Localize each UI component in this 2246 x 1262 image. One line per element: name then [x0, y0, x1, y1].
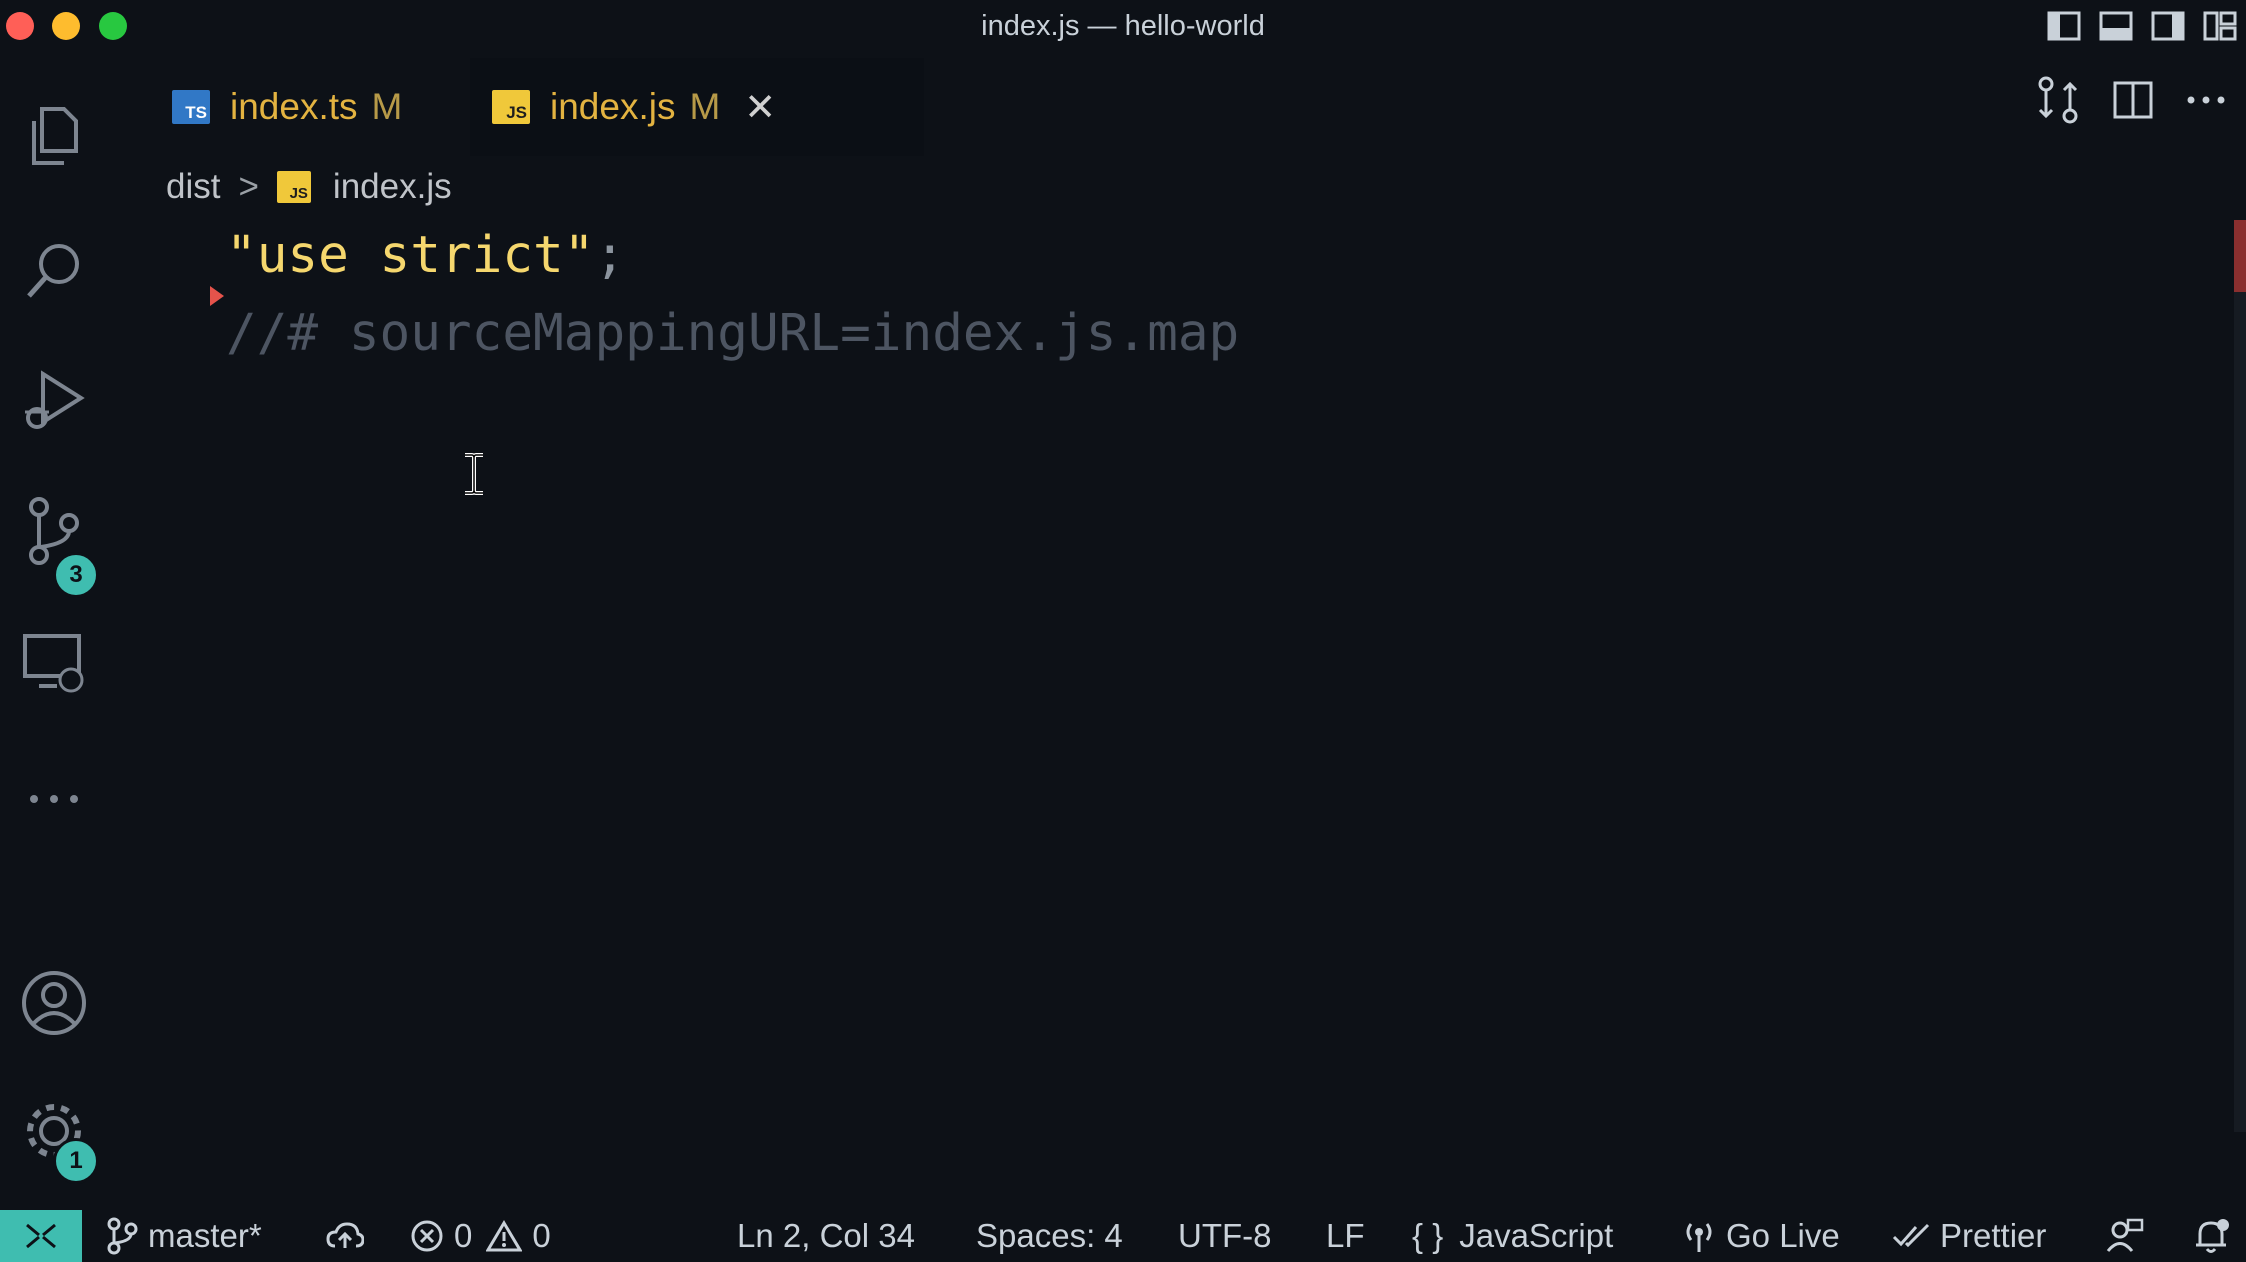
breadcrumb: dist > JS index.js	[166, 162, 452, 212]
branch-name: master*	[148, 1217, 262, 1254]
code-line-1[interactable]: "use strict";	[226, 226, 625, 285]
customize-layout-icon[interactable]	[2202, 8, 2238, 44]
breadcrumb-folder[interactable]: dist	[166, 167, 220, 207]
language-name: JavaScript	[1459, 1217, 1614, 1254]
error-icon	[411, 1220, 443, 1252]
tab-label: index.ts	[230, 86, 358, 127]
toggle-secondary-sidebar-icon[interactable]	[2150, 8, 2186, 44]
cursor-position-button[interactable]: Ln 2, Col 34	[737, 1210, 915, 1262]
notifications-button[interactable]	[2194, 1210, 2240, 1262]
more-actions-icon[interactable]	[2186, 94, 2226, 106]
code-editor[interactable]: "use strict"; //# sourceMappingURL=index…	[110, 216, 2230, 1210]
window-title: index.js — hello-world	[981, 10, 1265, 42]
prettier-button[interactable]: Prettier	[1892, 1210, 2046, 1262]
code-line-2[interactable]: //# sourceMappingURL=index.js.map	[226, 304, 1239, 363]
open-changes-icon[interactable]	[2036, 76, 2080, 124]
broadcast-icon	[1686, 1223, 1712, 1252]
warning-count: 0	[532, 1217, 551, 1254]
modified-indicator: M	[689, 86, 721, 127]
language-mode-button[interactable]: { } JavaScript	[1412, 1210, 1613, 1262]
settings-update-badge: 1	[53, 1138, 99, 1184]
cloud-upload-icon	[326, 1222, 364, 1248]
git-branch-icon	[107, 1217, 138, 1255]
typescript-file-icon: TS	[172, 90, 210, 124]
scrollbar-thumb[interactable]	[2234, 220, 2246, 292]
diff-deleted-marker[interactable]	[210, 286, 224, 306]
go-live-button[interactable]: Go Live	[1682, 1210, 1840, 1262]
end-of-line-button[interactable]: LF	[1326, 1210, 1365, 1262]
activity-bar: 3 1	[0, 52, 110, 1210]
double-check-icon	[1892, 1223, 1930, 1248]
toggle-panel-icon[interactable]	[2098, 8, 2134, 44]
indentation-button[interactable]: Spaces: 4	[976, 1210, 1123, 1262]
publish-button[interactable]	[326, 1210, 374, 1262]
explorer-icon[interactable]	[15, 98, 93, 176]
title-bar: index.js — hello-world	[0, 0, 2246, 52]
tab-bar: TS index.ts M JS index.js M ✕	[110, 52, 2246, 156]
search-icon[interactable]	[15, 232, 93, 310]
error-count: 0	[454, 1217, 473, 1254]
branch-button[interactable]: master*	[106, 1210, 262, 1262]
run-and-debug-icon[interactable]	[15, 362, 93, 440]
chevron-right-icon: >	[238, 167, 259, 206]
source-control-badge: 3	[53, 552, 99, 598]
scrollbar-track[interactable]	[2234, 292, 2246, 1132]
tab-label: index.js	[550, 86, 676, 127]
more-views-icon[interactable]	[15, 760, 93, 838]
warning-icon	[486, 1220, 523, 1252]
semicolon: ;	[594, 226, 626, 285]
javascript-file-icon: JS	[276, 171, 311, 203]
status-bar: master* 0 0 Ln 2, Col 34 Spaces: 4 UTF-8…	[0, 1210, 2246, 1262]
split-editor-icon[interactable]	[2112, 80, 2154, 120]
bell-icon	[2196, 1219, 2229, 1253]
curly-braces-icon: { }	[1412, 1217, 1444, 1254]
encoding-button[interactable]: UTF-8	[1178, 1210, 1272, 1262]
string-literal: "use strict"	[226, 226, 595, 285]
toggle-primary-sidebar-icon[interactable]	[2046, 8, 2082, 44]
go-live-label: Go Live	[1726, 1217, 1840, 1254]
editor-scrollbar[interactable]	[2230, 210, 2246, 1210]
prettier-label: Prettier	[1940, 1217, 2047, 1254]
close-tab-icon[interactable]: ✕	[744, 85, 776, 130]
tab-index-js[interactable]: JS index.js M ✕	[470, 58, 924, 156]
remote-indicator-button[interactable]	[0, 1210, 82, 1262]
remote-icon	[26, 1223, 56, 1249]
problems-button[interactable]: 0 0	[410, 1210, 551, 1262]
javascript-file-icon: JS	[492, 90, 530, 124]
text-cursor-icon	[465, 453, 483, 495]
accounts-icon[interactable]	[15, 964, 93, 1042]
feedback-person-icon	[2106, 1218, 2144, 1252]
modified-indicator: M	[371, 86, 403, 127]
live-share-feedback-button[interactable]	[2106, 1210, 2154, 1262]
breadcrumb-file[interactable]: index.js	[333, 167, 452, 207]
remote-explorer-icon[interactable]	[15, 624, 93, 702]
